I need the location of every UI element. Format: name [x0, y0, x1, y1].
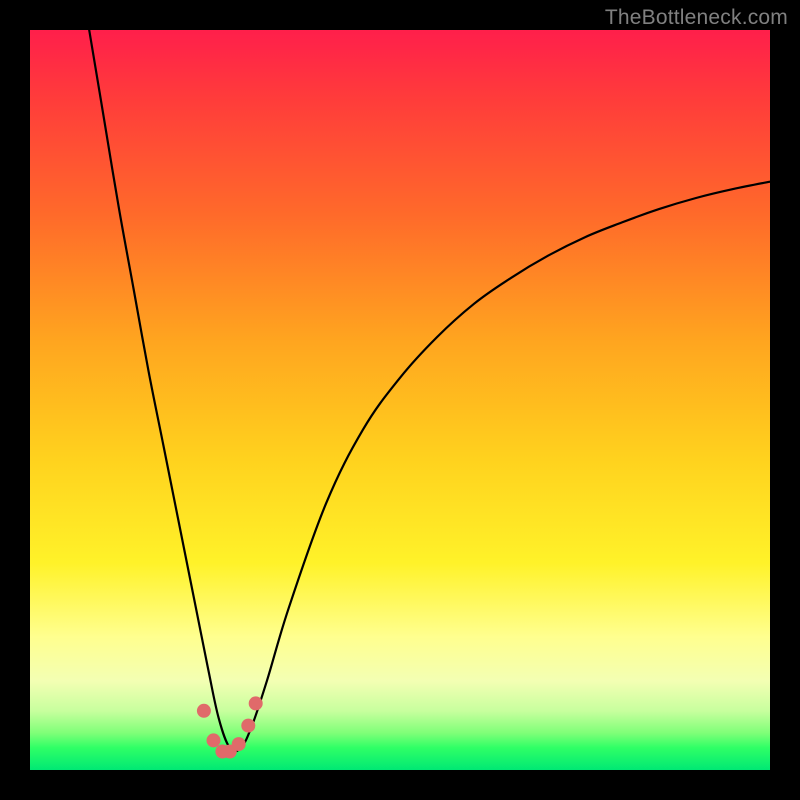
trough-marker [197, 704, 211, 718]
bottleneck-curve [89, 30, 770, 751]
trough-marker [232, 737, 246, 751]
plot-area [30, 30, 770, 770]
trough-marker [207, 733, 221, 747]
trough-markers-group [197, 696, 263, 758]
trough-marker [249, 696, 263, 710]
watermark-text: TheBottleneck.com [605, 6, 788, 30]
chart-svg [30, 30, 770, 770]
trough-marker [241, 719, 255, 733]
chart-frame: TheBottleneck.com [0, 0, 800, 800]
